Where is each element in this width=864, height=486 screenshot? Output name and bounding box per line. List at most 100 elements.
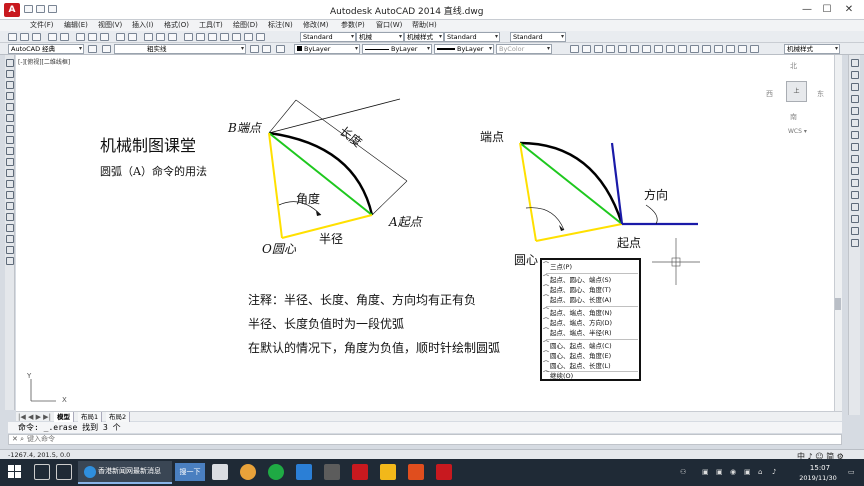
- extend-icon[interactable]: [851, 179, 859, 187]
- dim-arc-icon[interactable]: [594, 45, 603, 53]
- menu-help[interactable]: 帮助(H): [412, 20, 437, 31]
- color-select[interactable]: ByLayer ▾: [294, 44, 360, 54]
- dim-angular-icon[interactable]: [654, 45, 663, 53]
- tab-model[interactable]: 模型: [54, 412, 74, 422]
- center-mark-icon[interactable]: [738, 45, 747, 53]
- viewcube-north[interactable]: 北: [790, 61, 797, 71]
- menu-tools[interactable]: 工具(T): [199, 20, 223, 31]
- layer-previous-icon[interactable]: [262, 45, 271, 53]
- break-icon[interactable]: [851, 191, 859, 199]
- maximize-button[interactable]: ☐: [818, 2, 836, 17]
- pan-icon[interactable]: [144, 33, 153, 41]
- viewcube-top-face[interactable]: 上: [786, 81, 807, 102]
- clock-time[interactable]: 15:07: [800, 464, 840, 472]
- tab-layout2[interactable]: 布局2: [106, 412, 131, 422]
- autocad-taskbar-icon[interactable]: [352, 464, 368, 480]
- open-file-icon[interactable]: [36, 5, 45, 13]
- print-icon[interactable]: [48, 33, 57, 41]
- line-tool-icon[interactable]: [6, 59, 14, 67]
- vertical-scrollbar[interactable]: [834, 55, 842, 411]
- offset-icon[interactable]: [851, 95, 859, 103]
- autocad-taskbar-icon-2[interactable]: [436, 464, 452, 480]
- layer-state-icon[interactable]: [276, 45, 285, 53]
- table-style-select[interactable]: Standard ▾: [444, 32, 500, 42]
- dim-style-select[interactable]: 机械 ▾: [356, 32, 404, 42]
- undo-icon[interactable]: [116, 33, 125, 41]
- menu-edit[interactable]: 编辑(E): [64, 20, 88, 31]
- polyline-icon[interactable]: [6, 81, 14, 89]
- arc-start-center-end[interactable]: 起点、圆心、端点(S): [543, 274, 611, 285]
- dim-break-icon[interactable]: [714, 45, 723, 53]
- chamfer-icon[interactable]: [851, 215, 859, 223]
- menu-insert[interactable]: 插入(I): [132, 20, 154, 31]
- ellipse-icon[interactable]: [6, 158, 14, 166]
- search-taskbar-icon[interactable]: [34, 464, 50, 480]
- region-icon[interactable]: [6, 235, 14, 243]
- dim-jogged-icon[interactable]: [630, 45, 639, 53]
- gradient-icon[interactable]: [6, 224, 14, 232]
- viewport-controls[interactable]: [-][俯视][二维线框]: [18, 57, 70, 66]
- save-icon[interactable]: [32, 33, 41, 41]
- dim-ordinate-icon[interactable]: [606, 45, 615, 53]
- menu-view[interactable]: 视图(V): [98, 20, 122, 31]
- stretch-icon[interactable]: [851, 155, 859, 163]
- notification-icon[interactable]: ▭: [848, 468, 855, 476]
- design-center-icon[interactable]: [196, 33, 205, 41]
- search-button[interactable]: 搜一下: [175, 463, 205, 481]
- menu-dimension[interactable]: 标注(N): [268, 20, 293, 31]
- menu-modify[interactable]: 修改(M): [303, 20, 329, 31]
- rectangle-icon[interactable]: [6, 103, 14, 111]
- blue-app-icon[interactable]: [296, 464, 312, 480]
- arc-start-end-direction[interactable]: 起点、端点、方向(D): [543, 317, 612, 328]
- tray-icon-1[interactable]: ▣: [702, 468, 709, 476]
- spline-icon[interactable]: [6, 147, 14, 155]
- browser-360-icon[interactable]: [240, 464, 256, 480]
- insert-block-icon[interactable]: [6, 180, 14, 188]
- properties-icon[interactable]: [184, 33, 193, 41]
- tray-icon-2[interactable]: ▣: [716, 468, 723, 476]
- scale-icon[interactable]: [851, 143, 859, 151]
- new-file-icon[interactable]: [24, 5, 33, 13]
- save-icon[interactable]: [48, 5, 57, 13]
- fillet-icon[interactable]: [851, 227, 859, 235]
- viewcube-south[interactable]: 南: [790, 112, 797, 122]
- menu-draw[interactable]: 绘图(D): [233, 20, 258, 31]
- people-icon[interactable]: ⚇: [680, 468, 686, 476]
- tolerance-icon[interactable]: [726, 45, 735, 53]
- menu-file[interactable]: 文件(F): [30, 20, 54, 31]
- cut-icon[interactable]: [76, 33, 85, 41]
- make-block-icon[interactable]: [6, 191, 14, 199]
- dim-style-label[interactable]: 机械样式 ▾: [404, 32, 444, 42]
- menu-format[interactable]: 格式(O): [164, 20, 189, 31]
- table-icon[interactable]: [6, 246, 14, 254]
- windows-start-icon[interactable]: [8, 465, 22, 479]
- viewcube-east[interactable]: 东: [817, 89, 824, 99]
- arc-start-end-angle[interactable]: 起点、端点、角度(N): [543, 307, 612, 318]
- arc-center-start-end[interactable]: 圆心、起点、端点(C): [543, 340, 612, 351]
- tab-layout1[interactable]: 布局1: [78, 412, 103, 422]
- command-input[interactable]: ✕ ⌕ 键入命令: [8, 434, 842, 445]
- array-icon[interactable]: [851, 107, 859, 115]
- rotate-icon[interactable]: [851, 131, 859, 139]
- zoom-window-icon[interactable]: [168, 33, 177, 41]
- dim-radius-icon[interactable]: [618, 45, 627, 53]
- green-app-icon[interactable]: [268, 464, 284, 480]
- menu-parameters[interactable]: 参数(P): [341, 20, 365, 31]
- layer-select[interactable]: 粗实线 ▾: [114, 44, 246, 54]
- arc-continue[interactable]: 继续(O): [543, 370, 573, 381]
- arc-center-start-angle[interactable]: 圆心、起点、角度(E): [543, 350, 611, 361]
- help-icon[interactable]: [256, 33, 265, 41]
- task-view-icon[interactable]: [56, 464, 72, 480]
- tray-icon-4[interactable]: ▣: [744, 468, 751, 476]
- dim-style-control[interactable]: 机械样式 ▾: [784, 44, 840, 54]
- clock-date[interactable]: 2019/11/30: [793, 474, 843, 482]
- multiline-text-icon[interactable]: [6, 257, 14, 265]
- paste-icon[interactable]: [100, 33, 109, 41]
- minimize-button[interactable]: —: [798, 2, 816, 17]
- make-current-layer-icon[interactable]: [250, 45, 259, 53]
- copy-icon[interactable]: [88, 33, 97, 41]
- arc-center-start-length[interactable]: 圆心、起点、长度(L): [543, 360, 611, 371]
- plotstyle-select[interactable]: ByColor ▾: [496, 44, 552, 54]
- new-icon[interactable]: [8, 33, 17, 41]
- workspace-settings-icon[interactable]: [88, 45, 97, 53]
